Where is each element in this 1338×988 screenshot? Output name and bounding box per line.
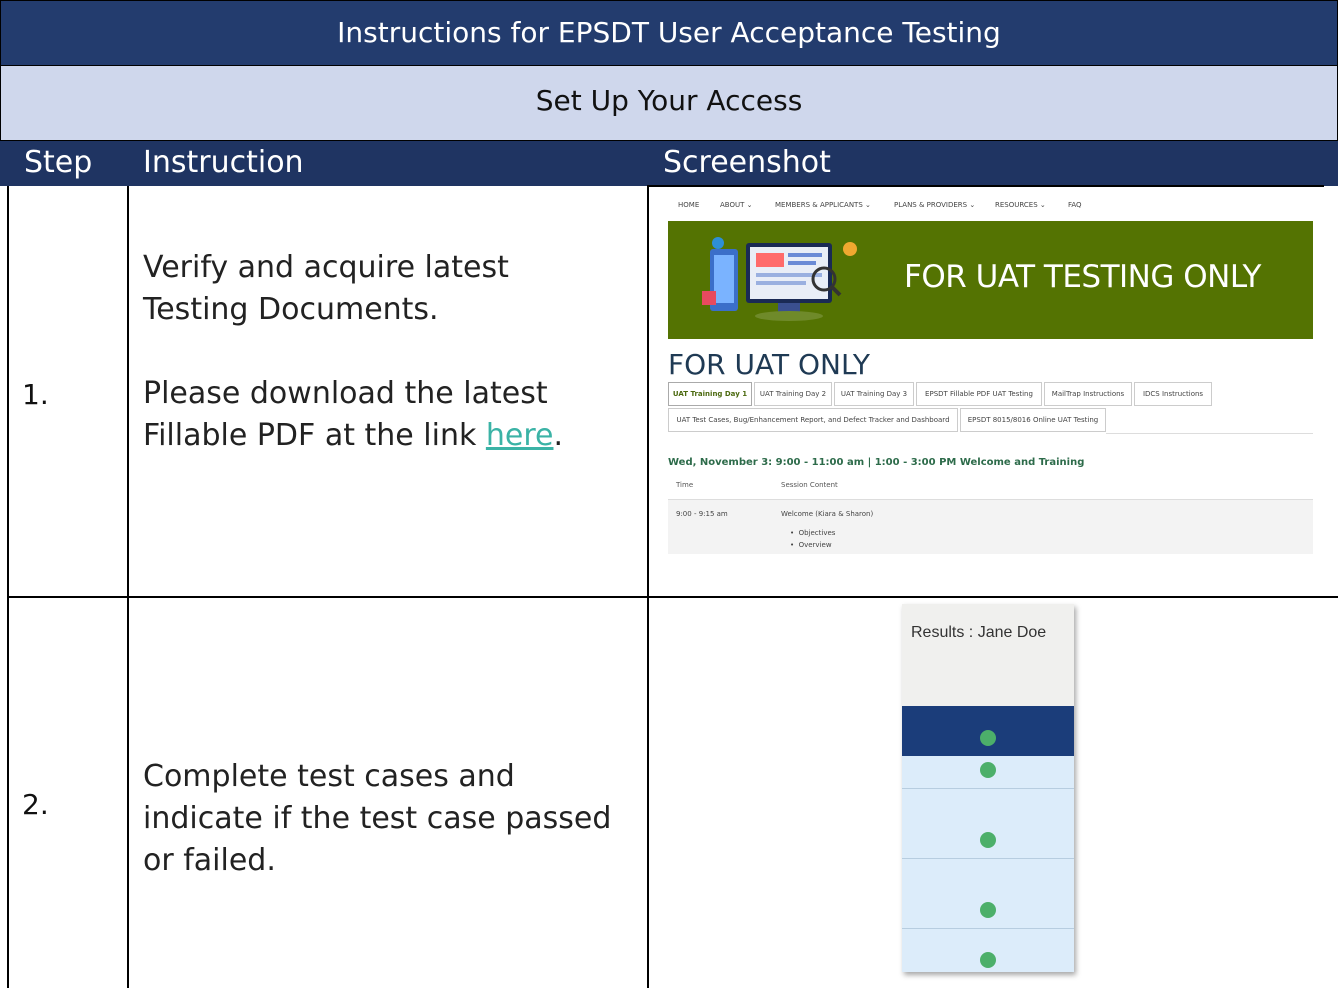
pass-status-icon <box>980 762 996 778</box>
column-header-session: Session Content <box>781 481 838 489</box>
session-time: 9:00 - 9:15 am <box>676 510 728 518</box>
bullet-text: Overview <box>798 541 832 549</box>
pass-status-icon <box>980 902 996 918</box>
table-divider-instruction <box>647 186 649 988</box>
row-divider <box>7 596 1338 598</box>
page-title: FOR UAT ONLY <box>668 348 870 381</box>
instruction-paragraph: Please download the latest Fillable PDF … <box>143 373 623 457</box>
instruction-text: Complete test cases and indicate if the … <box>143 759 612 878</box>
pass-status-icon <box>980 952 996 968</box>
section-title: Set Up Your Access <box>0 66 1338 141</box>
banner-text: FOR UAT TESTING ONLY <box>904 259 1261 295</box>
nav-item-plans: PLANS & PROVIDERS ⌄ <box>894 201 976 209</box>
screen-line-shape <box>756 281 806 285</box>
results-label: Results : Jane Doe <box>911 624 1047 641</box>
document-title: Instructions for EPSDT User Acceptance T… <box>0 0 1338 66</box>
screenshot-results: Results : Jane Doe <box>902 604 1074 972</box>
screen-panel-shape <box>756 253 784 267</box>
tab-baseline <box>1106 433 1313 434</box>
phone-screen-shape <box>714 255 734 303</box>
column-header-time: Time <box>676 481 694 489</box>
pass-status-icon <box>980 832 996 848</box>
magnifier-handle-shape <box>830 285 842 297</box>
tab-online-testing[interactable]: EPSDT 8015/8016 Online UAT Testing <box>960 408 1106 432</box>
nav-item-faq: FAQ <box>1068 201 1082 209</box>
column-header-screenshot: Screenshot <box>663 145 831 180</box>
step-number: 2. <box>22 788 49 821</box>
instruction-paragraph: Verify and acquire latest Testing Docume… <box>143 250 509 327</box>
tab-training-day-3[interactable]: UAT Training Day 3 <box>834 382 914 406</box>
document-page: Instructions for EPSDT User Acceptance T… <box>0 0 1338 988</box>
column-header-instruction: Instruction <box>143 145 304 180</box>
stand-shadow-shape <box>755 311 823 321</box>
screenshot-header-rule <box>647 185 1324 187</box>
day-heading: Wed, November 3: 9:00 - 11:00 am | 1:00 … <box>668 457 1085 468</box>
screen-line-shape <box>788 261 816 265</box>
screen-line-shape <box>788 253 822 257</box>
row-divider <box>902 858 1074 859</box>
row-divider <box>902 788 1074 789</box>
nav-item-about: ABOUT ⌄ <box>720 201 753 209</box>
gear-icon <box>712 237 724 249</box>
tab-training-day-1[interactable]: UAT Training Day 1 <box>668 382 752 406</box>
session-content: Welcome (Kiara & Sharon) <box>781 510 874 518</box>
download-link[interactable]: here <box>486 418 554 453</box>
column-header-step: Step <box>24 145 93 180</box>
nav-item-resources: RESOURCES ⌄ <box>995 201 1046 209</box>
tab-training-day-2[interactable]: UAT Training Day 2 <box>754 382 832 406</box>
table-border-left <box>7 186 9 988</box>
tab-test-cases[interactable]: UAT Test Cases, Bug/Enhancement Report, … <box>668 408 958 432</box>
bullet-text: Objectives <box>798 529 836 537</box>
schedule-header: Time Session Content <box>668 477 1313 500</box>
tab-mailtrap[interactable]: MailTrap Instructions <box>1044 382 1132 406</box>
search-badge-icon <box>702 291 716 305</box>
instruction-text: Verify and acquire latest Testing Docume… <box>143 247 623 457</box>
nav-item-members: MEMBERS & APPLICANTS ⌄ <box>775 201 871 209</box>
tab-idcs[interactable]: IDCS Instructions <box>1134 382 1212 406</box>
table-header-row: Step Instruction Screenshot <box>0 141 1338 186</box>
computer-illustration-icon <box>702 237 857 321</box>
table-divider-step <box>127 186 129 988</box>
site-banner: FOR UAT TESTING ONLY <box>668 221 1313 339</box>
tab-fillable-pdf[interactable]: EPSDT Fillable PDF UAT Testing <box>916 382 1042 406</box>
site-nav: HOME ABOUT ⌄ MEMBERS & APPLICANTS ⌄ PLAN… <box>668 190 1313 220</box>
instruction-text-segment: . <box>553 418 564 453</box>
row-divider <box>902 928 1074 929</box>
gear-icon <box>843 242 857 256</box>
screenshot-uat-site: HOME ABOUT ⌄ MEMBERS & APPLICANTS ⌄ PLAN… <box>668 190 1313 556</box>
schedule-row: 9:00 - 9:15 am Welcome (Kiara & Sharon) … <box>668 500 1313 554</box>
nav-item-home: HOME <box>678 201 700 209</box>
bullet-item: • Objectives <box>790 529 836 537</box>
pass-status-icon <box>980 730 996 746</box>
bullet-item: • Overview <box>790 541 832 549</box>
step-number: 1. <box>22 378 49 411</box>
